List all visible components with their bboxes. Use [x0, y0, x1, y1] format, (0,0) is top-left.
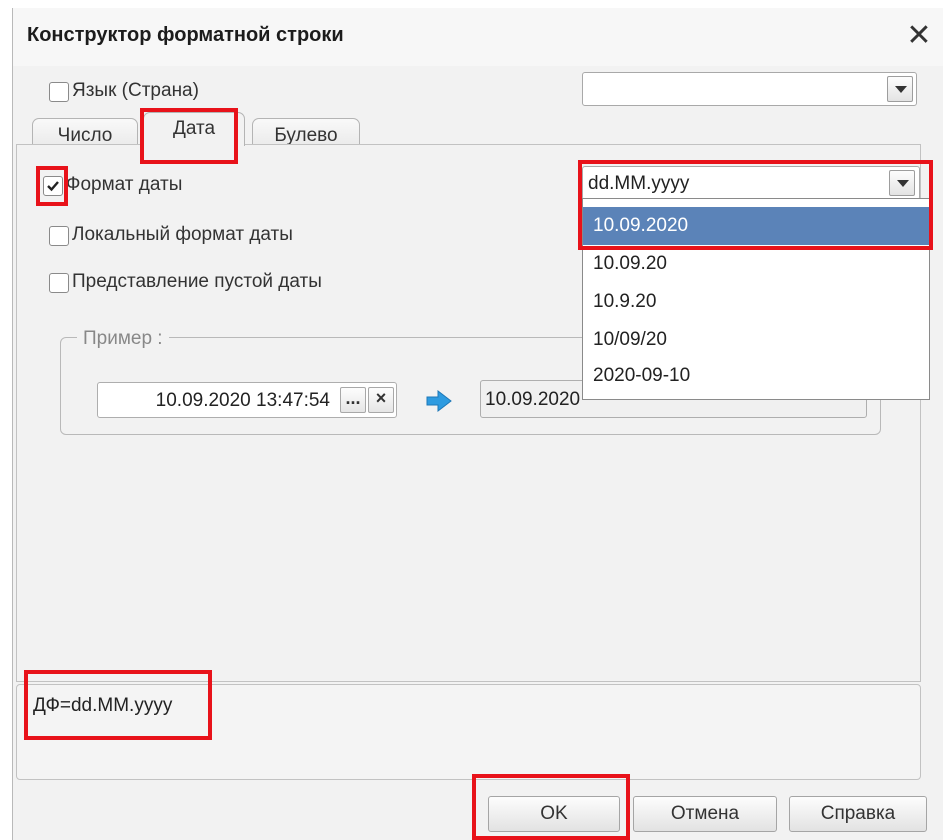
tab-boolean-label: Булево [274, 125, 338, 146]
format-date-label: Формат даты [66, 174, 183, 195]
tab-date-label: Дата [172, 118, 216, 139]
example-date-value: 10.09.2020 13:47:54 [155, 390, 330, 411]
dialog-title: Конструктор форматной строки [27, 24, 344, 46]
example-date-input[interactable]: 10.09.2020 13:47:54 ... × [97, 382, 397, 418]
dropdown-option[interactable]: 10.09.2020 [583, 207, 929, 245]
example-result-value: 10.09.2020 [485, 389, 581, 410]
tab-number-label: Число [57, 125, 113, 146]
language-select[interactable] [582, 72, 917, 106]
chevron-down-icon[interactable] [887, 76, 913, 102]
date-format-value: dd.MM.yyyy [588, 173, 690, 194]
check-icon [47, 181, 59, 192]
ok-button-label: OK [540, 803, 568, 824]
ellipsis-icon: ... [345, 388, 361, 408]
help-button[interactable]: Справка [789, 796, 927, 832]
help-button-label: Справка [820, 803, 896, 824]
dropdown-option[interactable]: 10/09/20 [583, 321, 929, 359]
chevron-down-icon[interactable] [889, 170, 915, 196]
close-icon[interactable]: ✕ [901, 18, 937, 54]
local-format-checkbox[interactable] [49, 226, 69, 246]
clear-button[interactable]: × [368, 387, 394, 413]
empty-date-checkbox[interactable] [49, 273, 69, 293]
title-bar: Конструктор форматной строки ✕ [13, 8, 943, 66]
language-checkbox[interactable] [49, 82, 69, 102]
example-group-label: Пример : [77, 328, 169, 350]
ok-button[interactable]: OK [488, 796, 620, 832]
language-label: Язык (Страна) [72, 80, 199, 101]
cancel-button[interactable]: Отмена [633, 796, 777, 832]
date-format-select[interactable]: dd.MM.yyyy [582, 166, 920, 200]
dropdown-option[interactable]: 10.9.20 [583, 283, 929, 321]
clear-icon: × [375, 388, 387, 408]
tab-date[interactable]: Дата [143, 112, 245, 146]
choose-button[interactable]: ... [340, 387, 366, 413]
empty-date-label: Представление пустой даты [72, 271, 322, 292]
format-date-checkbox[interactable] [43, 176, 63, 196]
date-format-dropdown[interactable]: 10.09.2020 10.09.20 10.9.20 10/09/20 202… [582, 198, 930, 400]
dropdown-option[interactable]: 2020-09-10 [583, 357, 929, 395]
arrow-right-icon [426, 390, 452, 412]
dropdown-option[interactable]: 10.09.20 [583, 245, 929, 283]
local-format-label: Локальный формат даты [72, 224, 293, 245]
format-string-text: ДФ=dd.MM.yyyy [33, 695, 173, 716]
cancel-button-label: Отмена [670, 803, 740, 824]
format-string-panel: ДФ=dd.MM.yyyy [16, 684, 921, 780]
